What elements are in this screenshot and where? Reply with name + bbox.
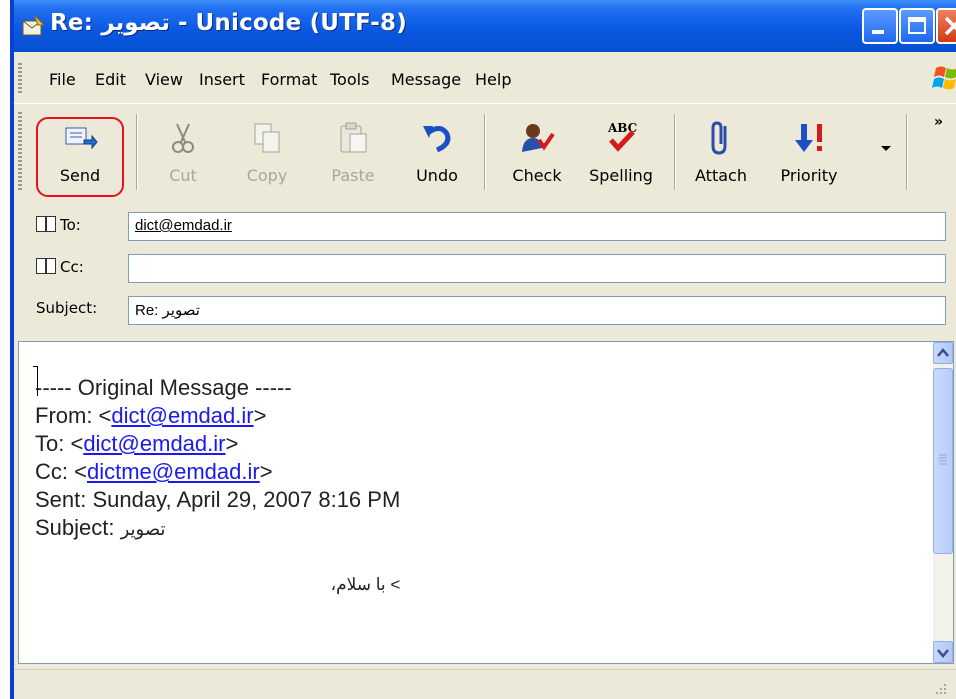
paperclip-icon	[711, 121, 727, 155]
copy-icon	[254, 123, 280, 153]
to-recipient: dict@emdad.ir	[135, 217, 232, 234]
toolbar-separator	[136, 114, 138, 190]
cc-field[interactable]	[128, 254, 946, 283]
menu-help[interactable]: Help	[475, 70, 511, 89]
resize-grip-icon[interactable]	[934, 682, 948, 696]
close-bracket: >	[253, 403, 267, 428]
close-bracket: >	[225, 431, 239, 456]
scroll-down-button[interactable]	[933, 641, 953, 663]
undo-button[interactable]: Undo	[404, 108, 470, 194]
cut-label: Cut	[169, 166, 197, 185]
chevron-up-icon	[937, 348, 949, 357]
check-names-icon	[522, 124, 555, 152]
address-book-icon	[36, 216, 56, 232]
subject-line: Subject: تصویر	[35, 514, 400, 543]
copy-button[interactable]: Copy	[232, 108, 302, 194]
minimize-icon	[872, 30, 884, 34]
compose-mail-icon	[22, 14, 46, 36]
menu-format[interactable]: Format	[261, 70, 317, 89]
subject-line-label: Subject:	[35, 515, 121, 540]
priority-dropdown-arrow-icon[interactable]	[881, 146, 891, 152]
from-label: From: <	[35, 403, 112, 428]
cc-line: Cc: <dictme@emdad.ir>	[35, 458, 400, 486]
to-field[interactable]: dict@emdad.ir	[128, 212, 946, 241]
close-icon	[944, 16, 956, 36]
paste-label: Paste	[331, 166, 375, 185]
maximize-button[interactable]	[899, 8, 935, 44]
compose-window: Re: تصویر - Unicode (UTF-8) File Edit Vi…	[10, 0, 956, 699]
address-book-icon	[36, 258, 56, 274]
menu-view[interactable]: View	[145, 70, 183, 89]
attach-button[interactable]: Attach	[686, 108, 756, 194]
toolbar-overflow-button[interactable]: »	[934, 114, 943, 130]
from-email-link[interactable]: dict@emdad.ir	[111, 403, 253, 428]
menu-edit[interactable]: Edit	[95, 70, 126, 89]
subject-value: Re: تصویر	[135, 302, 200, 319]
scroll-up-button[interactable]	[933, 342, 953, 364]
subject-line-value: تصویر	[120, 519, 166, 539]
priority-icon	[795, 124, 822, 152]
title-bar[interactable]: Re: تصویر - Unicode (UTF-8)	[14, 0, 956, 52]
check-names-button[interactable]: Check	[504, 108, 570, 194]
windows-logo-icon	[932, 66, 956, 90]
scrollbar-thumb[interactable]	[933, 368, 953, 554]
paste-button[interactable]: Paste	[317, 108, 389, 194]
menu-insert[interactable]: Insert	[199, 70, 245, 89]
priority-button[interactable]: Priority	[766, 108, 852, 194]
status-bar	[14, 669, 956, 699]
message-body[interactable]: ----- Original Message ----- From: <dict…	[18, 341, 954, 664]
body-text: ----- Original Message ----- From: <dict…	[35, 374, 400, 599]
scissors-icon	[172, 123, 194, 153]
grip-lines-icon	[939, 454, 947, 465]
to-label-button[interactable]: To:	[36, 216, 81, 234]
menu-tools[interactable]: Tools	[330, 70, 369, 89]
copy-label: Copy	[246, 166, 288, 185]
priority-label: Priority	[780, 166, 838, 185]
menu-file[interactable]: File	[49, 70, 76, 89]
menu-message[interactable]: Message	[391, 70, 461, 89]
chevron-down-icon	[937, 649, 949, 658]
close-button[interactable]	[936, 8, 956, 44]
vertical-scrollbar[interactable]	[933, 342, 953, 663]
send-highlight-ring	[36, 117, 124, 197]
spelling-icon: ABC	[607, 121, 637, 152]
menu-bar: File Edit View Insert Format Tools Messa…	[14, 57, 956, 101]
message-headers: To: dict@emdad.ir Cc: Subject: Re: تصویر	[14, 200, 956, 335]
undo-label: Undo	[416, 166, 458, 185]
cc-email-link[interactable]: dictme@emdad.ir	[87, 459, 260, 484]
from-line: From: <dict@emdad.ir>	[35, 402, 400, 430]
cc-label: Cc:	[60, 258, 84, 276]
toolbar-separator	[674, 114, 676, 190]
menubar-grip[interactable]	[18, 63, 22, 95]
window-title: Re: تصویر - Unicode (UTF-8)	[50, 10, 407, 36]
cut-button[interactable]: Cut	[150, 108, 216, 194]
toolbar: Send Cut Copy Paste Undo Check ABC Spell…	[14, 103, 956, 200]
maximize-icon	[908, 17, 926, 34]
attach-label: Attach	[695, 166, 747, 185]
spelling-label: Spelling	[589, 166, 653, 185]
paste-icon	[340, 122, 367, 153]
subject-field[interactable]: Re: تصویر	[128, 296, 946, 325]
spelling-button[interactable]: ABC Spelling	[582, 108, 660, 194]
cc-line-label: Cc: <	[35, 459, 87, 484]
to-label: To:	[60, 216, 81, 234]
toolbar-separator	[484, 114, 486, 190]
close-bracket: >	[259, 459, 273, 484]
to-email-link[interactable]: dict@emdad.ir	[83, 431, 225, 456]
to-line-label: To: <	[35, 431, 84, 456]
to-line: To: <dict@emdad.ir>	[35, 430, 400, 458]
toolbar-grip[interactable]	[18, 112, 22, 192]
original-message-header: ----- Original Message -----	[35, 375, 292, 400]
subject-label: Subject:	[36, 299, 98, 317]
sent-line: Sent: Sunday, April 29, 2007 8:16 PM	[35, 487, 401, 512]
cc-label-button[interactable]: Cc:	[36, 258, 84, 276]
toolbar-separator	[906, 114, 908, 190]
undo-icon	[423, 126, 451, 153]
quoted-line: > با سلام،	[330, 575, 401, 594]
check-label: Check	[512, 166, 562, 185]
minimize-button[interactable]	[862, 8, 898, 44]
